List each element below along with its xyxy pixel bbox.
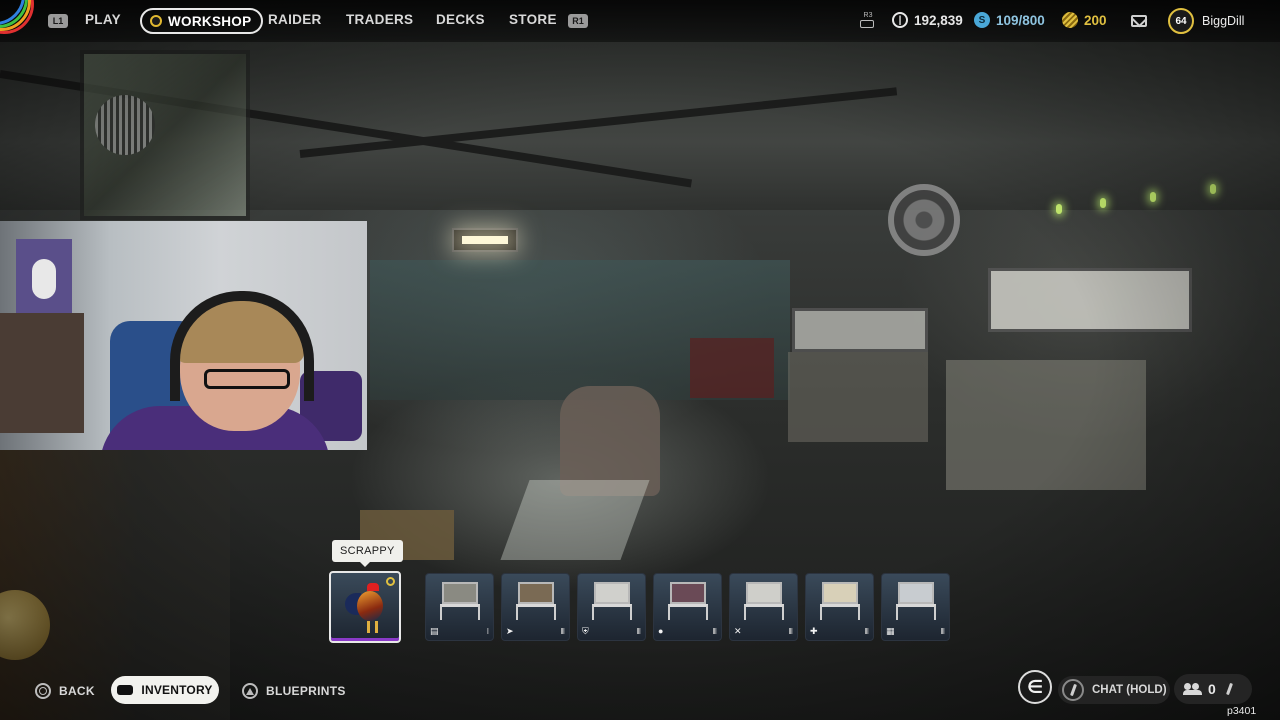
shield-icon: ⛨ <box>582 626 589 636</box>
party-button[interactable]: 0 <box>1174 674 1252 704</box>
tier-level: III <box>864 627 869 636</box>
tier-level: III <box>788 627 793 636</box>
people-icon <box>1183 683 1202 695</box>
cartoon-poster <box>16 239 72 319</box>
raider-tokens-counter: 200 <box>1062 12 1107 28</box>
tab-traders[interactable]: TRADERS <box>346 12 413 27</box>
cross-tools-icon: ✕ <box>734 626 742 636</box>
build-id: p3401 <box>1227 705 1257 717</box>
gunsmith-icon <box>514 582 558 622</box>
coin-icon: | <box>892 12 908 28</box>
tab-store[interactable]: STORE <box>509 12 557 27</box>
chat-button[interactable]: CHAT (HOLD) <box>1058 676 1170 704</box>
r1-button-icon: R1 <box>568 14 588 28</box>
tier-level: III <box>940 627 945 636</box>
stash-counter: S 109/800 <box>974 12 1045 28</box>
tab-decks[interactable]: DECKS <box>436 12 485 27</box>
r3-button-icon[interactable]: R3 <box>860 12 876 28</box>
arc-emblem-icon[interactable]: ∈ <box>1018 670 1052 704</box>
hotbar-slot-gunsmith[interactable]: ➤ III <box>501 573 570 641</box>
username[interactable]: BiggDill <box>1202 14 1244 28</box>
tier-level: III <box>712 627 717 636</box>
plus-icon: ✚ <box>810 626 818 636</box>
party-count: 0 <box>1208 681 1216 697</box>
back-label: BACK <box>59 684 95 698</box>
hotbar-slot-refiner[interactable]: ▦ III <box>881 573 950 641</box>
r3-label: R3 <box>863 12 873 19</box>
rooster-icon <box>345 581 389 637</box>
workbench-icon <box>438 582 482 622</box>
fireplace <box>0 313 84 433</box>
tab-raider[interactable]: RAIDER <box>268 12 322 27</box>
coins-value: 192,839 <box>914 12 963 28</box>
chat-label: CHAT (HOLD) <box>1092 684 1167 696</box>
level-badge[interactable]: 64 <box>1168 8 1194 34</box>
pill-icon: ● <box>658 626 664 636</box>
hotbar-slot-scrappy[interactable] <box>329 571 401 643</box>
upgrade-badge-icon <box>386 577 395 586</box>
top-nav-bar: L1 PLAY WORKSHOP RAIDER TRADERS DECKS ST… <box>0 0 1280 42</box>
triangle-button-icon <box>242 683 258 699</box>
hotbar-slot-medical-lab[interactable]: ● III <box>653 573 722 641</box>
hotbar-slot-workbench[interactable]: ▤ I <box>425 573 494 641</box>
inventory-button[interactable]: INVENTORY <box>111 676 219 704</box>
medical-lab-icon <box>666 582 710 622</box>
blueprints-button[interactable]: BLUEPRINTS <box>242 683 346 699</box>
tier-level: III <box>560 627 565 636</box>
hotbar-slot-gear-bench[interactable]: ⛨ III <box>577 573 646 641</box>
coins-counter: | 192,839 <box>892 12 963 28</box>
tier-level: III <box>636 627 641 636</box>
chat-pen-icon <box>1062 679 1084 701</box>
item-tooltip: SCRAPPY <box>332 540 403 567</box>
bench-icon: ▤ <box>430 626 439 636</box>
refiner-icon <box>894 582 938 622</box>
tab-workshop-label: WORKSHOP <box>168 13 252 29</box>
back-button[interactable]: BACK <box>35 683 95 699</box>
tab-play[interactable]: PLAY <box>85 12 121 27</box>
raider-tokens-value: 200 <box>1084 12 1107 28</box>
edit-icon <box>1225 682 1233 696</box>
hotbar-slot-utility-station[interactable]: ✚ III <box>805 573 874 641</box>
explosives-station-icon <box>742 582 786 622</box>
level-value: 64 <box>1175 15 1187 27</box>
tab-workshop[interactable]: WORKSHOP <box>140 8 264 34</box>
utility-station-icon <box>818 582 862 622</box>
l1-button-icon: L1 <box>48 14 68 28</box>
hotbar-slot-explosives-station[interactable]: ✕ III <box>729 573 798 641</box>
inventory-label: INVENTORY <box>141 683 213 697</box>
stash-value: 109/800 <box>996 12 1045 28</box>
stash-icon: S <box>974 12 990 28</box>
refine-icon: ▦ <box>886 626 895 636</box>
glasses <box>204 369 290 389</box>
touchpad-icon <box>117 685 134 695</box>
mail-icon[interactable] <box>1131 15 1147 27</box>
raider-token-icon <box>1062 12 1078 28</box>
gear-bench-icon <box>590 582 634 622</box>
gun-icon: ➤ <box>506 626 514 636</box>
rainbow-logo-icon <box>0 0 44 44</box>
blueprints-label: BLUEPRINTS <box>266 684 346 698</box>
tier-level: I <box>486 627 489 636</box>
circle-button-icon <box>35 683 51 699</box>
active-tab-icon <box>150 15 162 27</box>
webcam-overlay <box>0 221 367 450</box>
